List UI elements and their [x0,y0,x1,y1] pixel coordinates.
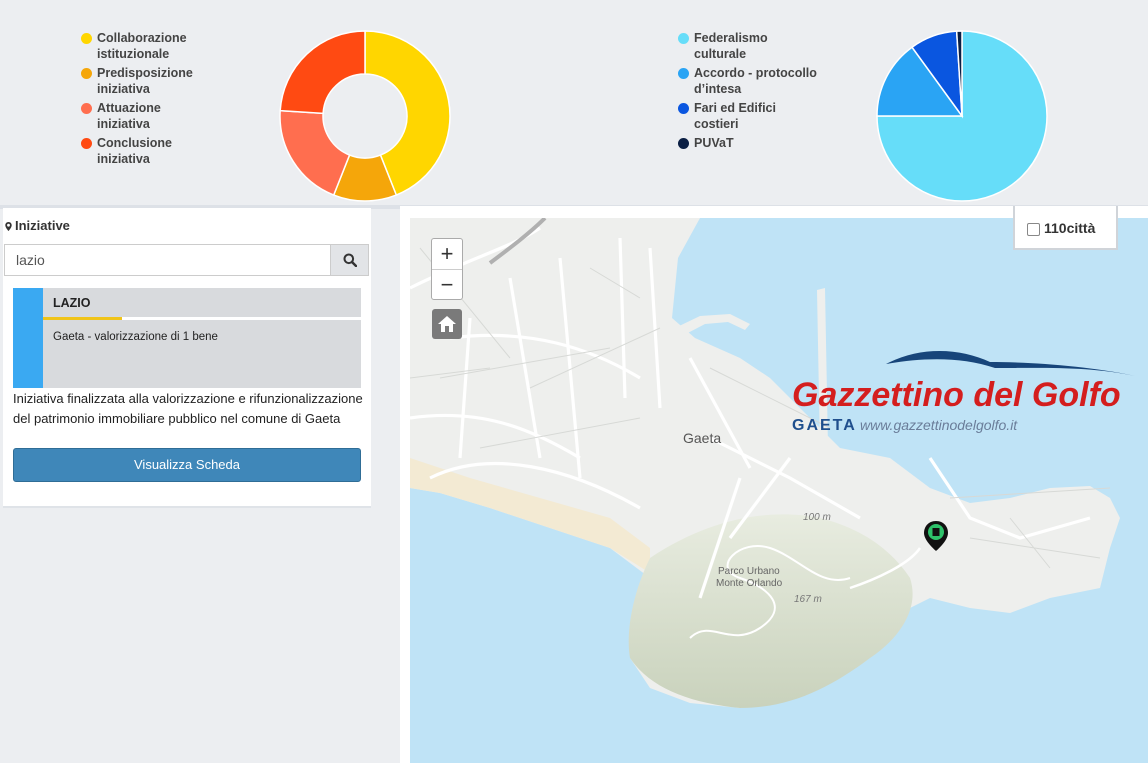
legend-item: Conclusione iniziativa [81,135,211,167]
map-canvas[interactable]: Gaeta Parco Urbano Monte Orlando 100 m 1… [410,218,1148,763]
legend-color-dot [81,68,92,79]
pier [675,314,750,336]
map-pin-icon [5,222,12,231]
legend-label: Accordo - protocollo d’intesa [694,66,817,96]
legend-color-dot [81,33,92,44]
legend-label: Fari ed Edifici costieri [694,101,776,131]
legend-color-dot [678,138,689,149]
legend-color-dot [678,103,689,114]
map[interactable]: Gaeta Parco Urbano Monte Orlando 100 m 1… [410,218,1148,763]
home-button[interactable] [432,309,462,339]
gazzettino-logo: Gazzettino del Golfo GAETA www.gazzettin… [792,351,1135,434]
legend-label: Collaborazione istituzionale [97,31,187,61]
initiative-card[interactable]: LAZIO Gaeta - valorizzazione di 1 bene [13,288,361,388]
legend-color-dot [81,103,92,114]
card-color-stripe [13,288,43,388]
card-description: Iniziativa finalizzata alla valorizzazio… [13,391,363,426]
label-monte-orlando: Monte Orlando [716,578,783,589]
pie-chart-tipologia [876,30,1048,202]
card-separator [122,317,361,320]
legend-label: PUVaT [694,136,734,150]
legend-label: Federalismo culturale [694,31,768,61]
label-gaeta: Gaeta [683,430,721,446]
legend-item: Accordo - protocollo d’intesa [678,65,818,97]
card-progress-bar [43,317,122,320]
pie-slice-attuazione-iniziativa[interactable] [279,109,351,197]
search-icon [343,253,357,267]
legend-color-dot [678,33,689,44]
legend-label: Attuazione iniziativa [97,101,161,131]
legend-item: Collaborazione istituzionale [81,30,211,62]
legend-stato: Collaborazione istituzionale Predisposizi… [81,30,211,170]
label-elev-100: 100 m [803,512,831,523]
legend-item: PUVaT [678,135,818,151]
donut-chart-stato [279,30,451,202]
legend-item: Fari ed Edifici costieri [678,100,818,132]
card-region: LAZIO [53,296,91,310]
citta-checkbox[interactable] [1027,223,1040,236]
search-input[interactable] [5,245,331,275]
logo-title: Gazzettino del Golfo [792,376,1121,414]
search-box [4,244,369,276]
iniziative-panel: Iniziative LAZIO Gaeta - valorizzazione … [3,208,371,508]
logo-url: www.gazzettinodelgolfo.it [860,417,1018,433]
card-header: LAZIO [43,288,361,318]
panel-title: Iniziative [5,218,70,233]
legend-label: Predisposizione iniziativa [97,66,193,96]
label-elev-167: 167 m [794,594,822,605]
panel-title-text: Iniziative [15,218,70,233]
zoom-out-button[interactable]: − [432,270,462,300]
label-parco: Parco Urbano [718,566,780,577]
zoom-in-button[interactable]: + [432,239,462,270]
citta-label: 110città [1044,220,1096,236]
search-button[interactable] [330,245,368,275]
map-frame-left [400,206,410,763]
card-subtitle: Gaeta - valorizzazione di 1 bene [53,331,218,343]
legend-item: Predisposizione iniziativa [81,65,211,97]
legend-item: Federalismo culturale [678,30,818,62]
zoom-control: + − [431,238,463,300]
legend-tipologia: Federalismo culturale Accordo - protocoll… [678,30,818,154]
legend-color-dot [81,138,92,149]
legend-label: Conclusione iniziativa [97,136,173,166]
visualizza-scheda-button[interactable]: Visualizza Scheda [13,448,361,482]
legend-color-dot [678,68,689,79]
logo-subtitle: GAETA [792,417,857,434]
citta-toggle: 110città [1013,206,1118,250]
pie-slice-conclusione-iniziativa[interactable] [279,30,366,115]
home-icon [438,316,456,332]
legend-item: Attuazione iniziativa [81,100,211,132]
